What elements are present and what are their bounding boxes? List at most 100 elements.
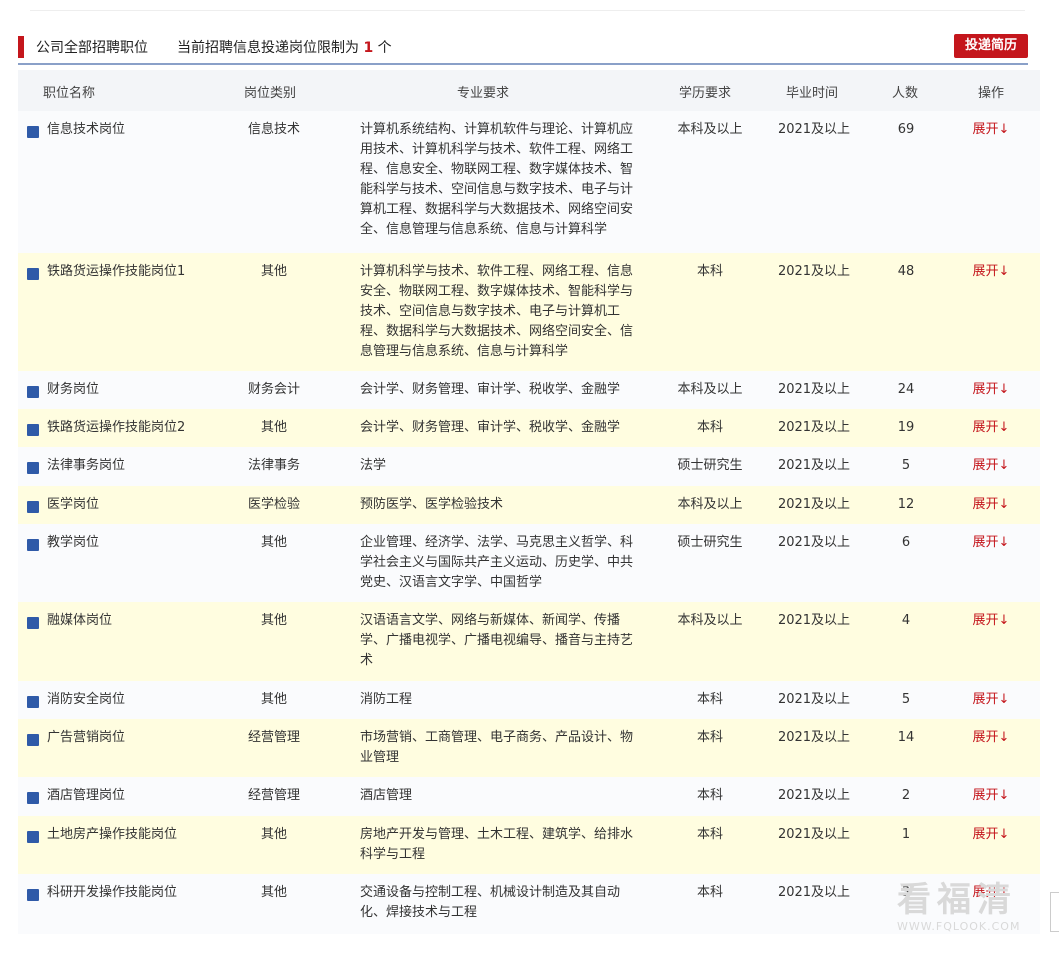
- table-row: 信息技术岗位 信息技术 计算机系统结构、计算机软件与理论、计算机应用技术、计算机科学…: [18, 111, 1040, 253]
- education-requirement: 硕士研究生: [677, 458, 743, 473]
- notice-count: 1: [363, 40, 374, 56]
- position-bullet-icon: [27, 126, 39, 138]
- position-category: 医学检验: [247, 497, 300, 512]
- expand-link[interactable]: 展开↓: [966, 418, 1016, 438]
- graduation-time: 2021及以上: [777, 497, 851, 512]
- expand-link[interactable]: 展开↓: [966, 456, 1016, 476]
- graduation-time: 2021及以上: [777, 382, 851, 397]
- table-row: 法律事务岗位 法律事务 法学 硕士研究生 2021及以上 5 展开↓: [18, 447, 1040, 486]
- position-bullet-icon: [27, 734, 39, 746]
- expand-link[interactable]: 展开↓: [966, 611, 1016, 631]
- graduation-time: 2021及以上: [777, 458, 851, 473]
- headcount: 69: [897, 122, 915, 137]
- position-bullet-icon: [27, 462, 39, 474]
- graduation-time: 2021及以上: [777, 535, 851, 550]
- position-name: 铁路货运操作技能岗位1: [47, 264, 186, 279]
- headcount: 4: [901, 613, 911, 628]
- major-requirements: 计算机科学与技术、软件工程、网络工程、信息安全、物联网工程、数字媒体技术、智能科…: [360, 264, 634, 359]
- submission-limit-notice: 当前招聘信息投递岗位限制为 1 个: [177, 37, 392, 57]
- graduation-time: 2021及以上: [777, 420, 851, 435]
- position-name: 酒店管理岗位: [47, 788, 126, 803]
- education-requirement: 本科: [696, 885, 723, 900]
- position-category: 其他: [260, 692, 287, 707]
- table-row: 财务岗位 财务会计 会计学、财务管理、审计学、税收学、金融学 本科及以上 2021及以上…: [18, 371, 1040, 409]
- column-header-education: 学历要求: [679, 86, 732, 101]
- position-bullet-icon: [27, 501, 39, 513]
- positions-table: 职位名称 岗位类别 专业要求 学历要求 毕业时间 人数 操作 信息技术岗位 信息技…: [18, 70, 1040, 934]
- education-requirement: 硕士研究生: [677, 535, 743, 550]
- position-name: 消防安全岗位: [47, 692, 126, 707]
- headcount: 12: [897, 497, 915, 512]
- table-header: 职位名称 岗位类别 专业要求 学历要求 毕业时间 人数 操作: [18, 70, 1040, 111]
- position-name: 融媒体岗位: [47, 613, 113, 628]
- position-bullet-icon: [27, 539, 39, 551]
- position-name: 医学岗位: [47, 497, 100, 512]
- graduation-time: 2021及以上: [777, 827, 851, 842]
- position-bullet-icon: [27, 696, 39, 708]
- education-requirement: 本科: [696, 692, 723, 707]
- column-header-category: 岗位类别: [244, 86, 297, 101]
- position-bullet-icon: [27, 889, 39, 901]
- expand-link[interactable]: 展开↓: [966, 262, 1016, 282]
- expand-link[interactable]: 展开↓: [966, 690, 1016, 710]
- major-requirements: 法学: [360, 458, 387, 473]
- column-header-major: 专业要求: [457, 86, 510, 101]
- major-requirements: 汉语语言文学、网络与新媒体、新闻学、传播学、广播电视学、广播电视编导、播音与主持…: [360, 613, 634, 668]
- education-requirement: 本科及以上: [677, 122, 743, 137]
- major-requirements: 企业管理、经济学、法学、马克思主义哲学、科学社会主义与国际共产主义运动、历史学、…: [360, 535, 634, 590]
- section-header: 公司全部招聘职位 当前招聘信息投递岗位限制为 1 个 投递简历: [18, 33, 1028, 63]
- position-bullet-icon: [27, 386, 39, 398]
- position-bullet-icon: [27, 268, 39, 280]
- expand-link[interactable]: 展开↓: [966, 495, 1016, 515]
- position-category: 信息技术: [247, 122, 300, 137]
- position-bullet-icon: [27, 424, 39, 436]
- position-category: 其他: [260, 264, 287, 279]
- position-category: 经营管理: [247, 788, 300, 803]
- expand-link[interactable]: 展开↓: [966, 533, 1016, 553]
- graduation-time: 2021及以上: [777, 692, 851, 707]
- expand-link[interactable]: 展开↓: [966, 825, 1016, 845]
- graduation-time: 2021及以上: [777, 788, 851, 803]
- position-name: 铁路货运操作技能岗位2: [47, 420, 186, 435]
- side-scroll-handle[interactable]: [1050, 892, 1059, 932]
- site-watermark: 看福清 WWW.FQLOOK.COM: [897, 880, 1037, 933]
- headcount: 2: [901, 788, 911, 803]
- headcount: 1: [901, 827, 911, 842]
- watermark-logo-text: 看福清: [897, 880, 1017, 920]
- headcount: 24: [897, 382, 915, 397]
- education-requirement: 本科及以上: [677, 382, 743, 397]
- position-category: 其他: [260, 535, 287, 550]
- major-requirements: 交通设备与控制工程、机械设计制造及其自动化、焊接技术与工程: [360, 885, 621, 920]
- position-bullet-icon: [27, 792, 39, 804]
- watermark-url: WWW.FQLOOK.COM: [897, 920, 1021, 933]
- expand-link[interactable]: 展开↓: [966, 120, 1016, 140]
- table-row: 土地房产操作技能岗位 其他 房地产开发与管理、土木工程、建筑学、给排水科学与工程 本科…: [18, 816, 1040, 874]
- education-requirement: 本科: [696, 827, 723, 842]
- position-category: 其他: [260, 885, 287, 900]
- education-requirement: 本科及以上: [677, 497, 743, 512]
- position-name: 广告营销岗位: [47, 730, 126, 745]
- position-bullet-icon: [27, 617, 39, 629]
- expand-link[interactable]: 展开↓: [966, 380, 1016, 400]
- header-accent-bar: [18, 36, 24, 58]
- table-row: 铁路货运操作技能岗位2 其他 会计学、财务管理、审计学、税收学、金融学 本科 2021及…: [18, 409, 1040, 447]
- expand-link[interactable]: 展开↓: [966, 728, 1016, 748]
- expand-link[interactable]: 展开↓: [966, 786, 1016, 806]
- headcount: 48: [897, 264, 915, 279]
- submit-resume-button[interactable]: 投递简历: [954, 34, 1028, 58]
- top-divider: [30, 10, 1025, 11]
- table-row: 酒店管理岗位 经营管理 酒店管理 本科 2021及以上 2 展开↓: [18, 777, 1040, 816]
- major-requirements: 会计学、财务管理、审计学、税收学、金融学: [360, 382, 621, 397]
- education-requirement: 本科: [696, 788, 723, 803]
- education-requirement: 本科: [696, 420, 723, 435]
- table-row: 融媒体岗位 其他 汉语语言文学、网络与新媒体、新闻学、传播学、广播电视学、广播电视编…: [18, 602, 1040, 681]
- graduation-time: 2021及以上: [777, 122, 851, 137]
- headcount: 5: [901, 692, 911, 707]
- section-title: 公司全部招聘职位: [36, 40, 148, 56]
- position-category: 经营管理: [247, 730, 300, 745]
- major-requirements: 市场营销、工商管理、电子商务、产品设计、物业管理: [360, 730, 634, 765]
- position-name: 教学岗位: [47, 535, 100, 550]
- table-row: 铁路货运操作技能岗位1 其他 计算机科学与技术、软件工程、网络工程、信息安全、物联网…: [18, 253, 1040, 371]
- graduation-time: 2021及以上: [777, 613, 851, 628]
- notice-suffix: 个: [377, 40, 392, 56]
